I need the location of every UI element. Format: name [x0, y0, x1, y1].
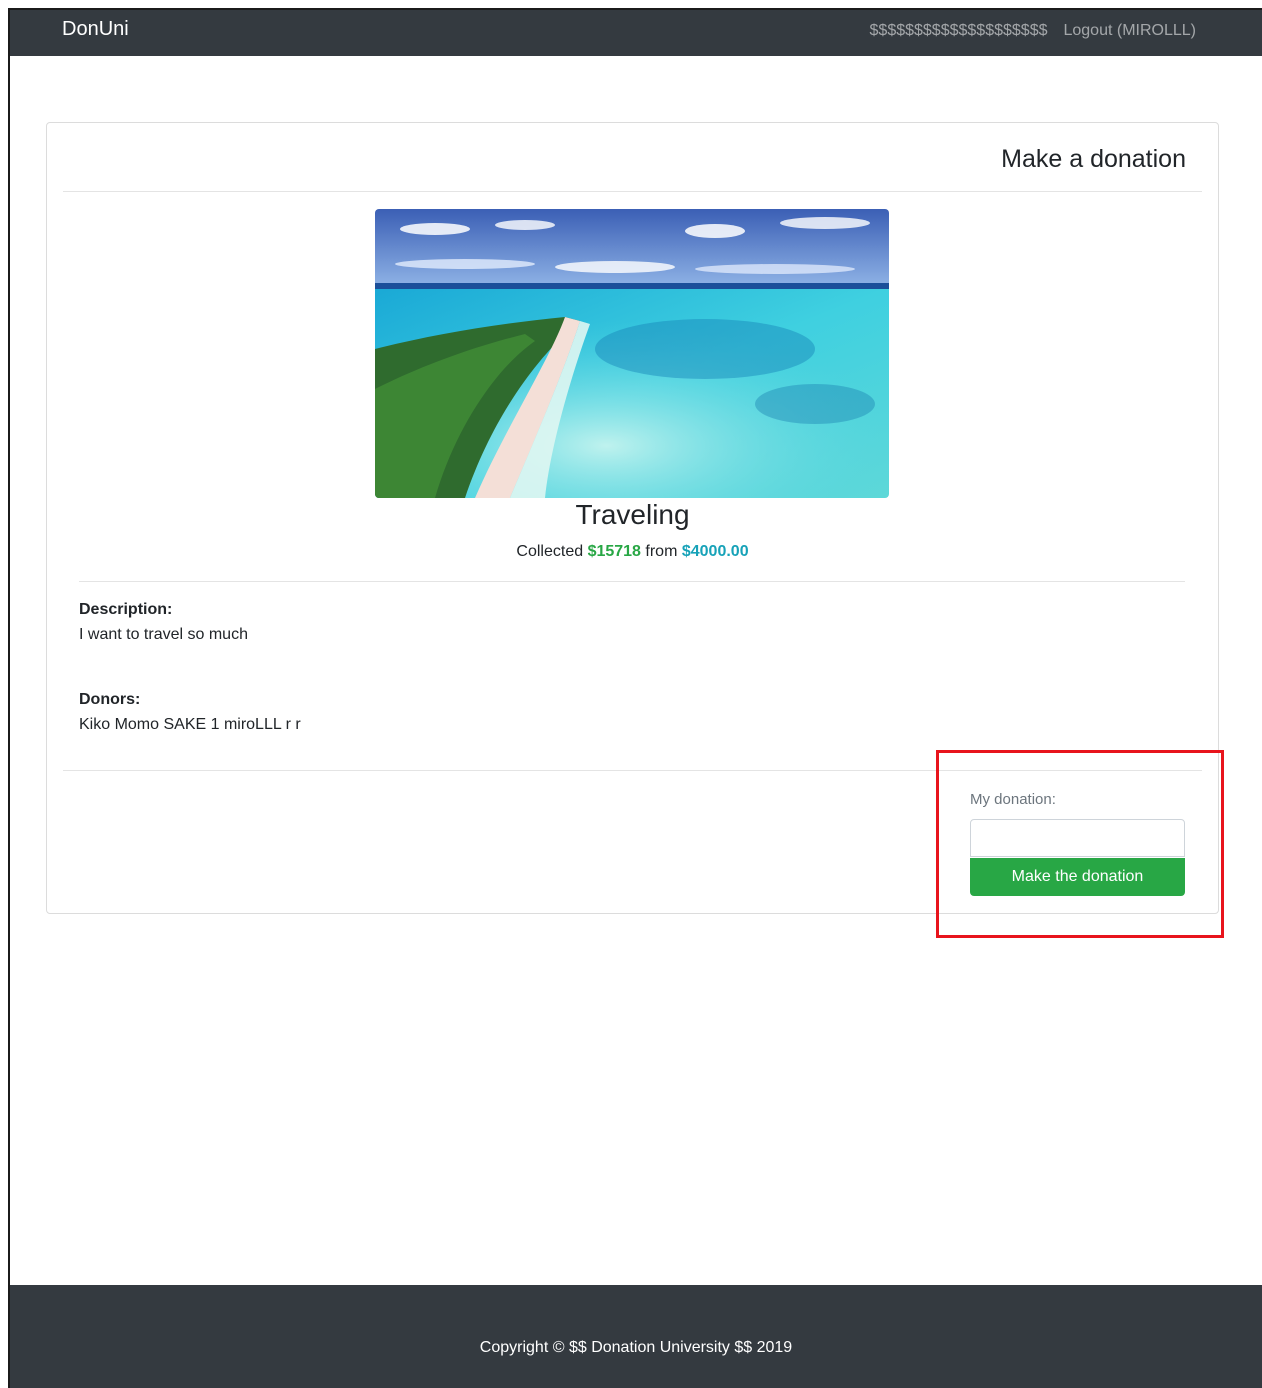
divider — [79, 581, 1185, 582]
divider — [63, 770, 1202, 771]
goal-amount: $4000.00 — [681, 543, 749, 560]
navbar: DonUni $$$$$$$$$$$$$$$$$$$$ Logout (MIRO… — [10, 10, 1262, 56]
footer: Copyright © $$ Donation University $$ 20… — [10, 1285, 1262, 1388]
beach-island-image — [375, 209, 889, 498]
collected-middle: from — [645, 543, 678, 560]
page-frame: DonUni $$$$$$$$$$$$$$$$$$$$ Logout (MIRO… — [8, 8, 1262, 1388]
collected-amount: $15718 — [587, 543, 641, 560]
navbar-right: $$$$$$$$$$$$$$$$$$$$ Logout (MIROLLL) — [870, 22, 1196, 40]
brand-link[interactable]: DonUni — [62, 18, 129, 41]
cause-image — [375, 209, 889, 498]
logout-link[interactable]: Logout (MIROLLL) — [1063, 22, 1196, 40]
footer-copyright: Copyright © $$ Donation University $$ 20… — [479, 1339, 793, 1356]
make-donation-button[interactable]: Make the donation — [970, 858, 1185, 896]
collected-prefix: Collected — [516, 543, 584, 560]
balance-link[interactable]: $$$$$$$$$$$$$$$$$$$$ — [870, 22, 1048, 40]
donors-label: Donors: — [79, 691, 141, 708]
card-title: Make a donation — [1001, 145, 1186, 173]
donors-text: Kiko Momo SAKE 1 miroLLL r r — [79, 716, 301, 733]
donation-label: My donation: — [970, 791, 1056, 808]
cause-title: Traveling — [575, 499, 690, 530]
donation-amount-input[interactable] — [970, 819, 1185, 857]
divider — [63, 191, 1202, 192]
collected-summary: Collected $15718 from $4000.00 — [47, 543, 1218, 561]
description-label: Description: — [79, 601, 173, 618]
description-text: I want to travel so much — [79, 626, 248, 643]
donation-card: Make a donation Traveling Collected $157… — [46, 122, 1219, 914]
